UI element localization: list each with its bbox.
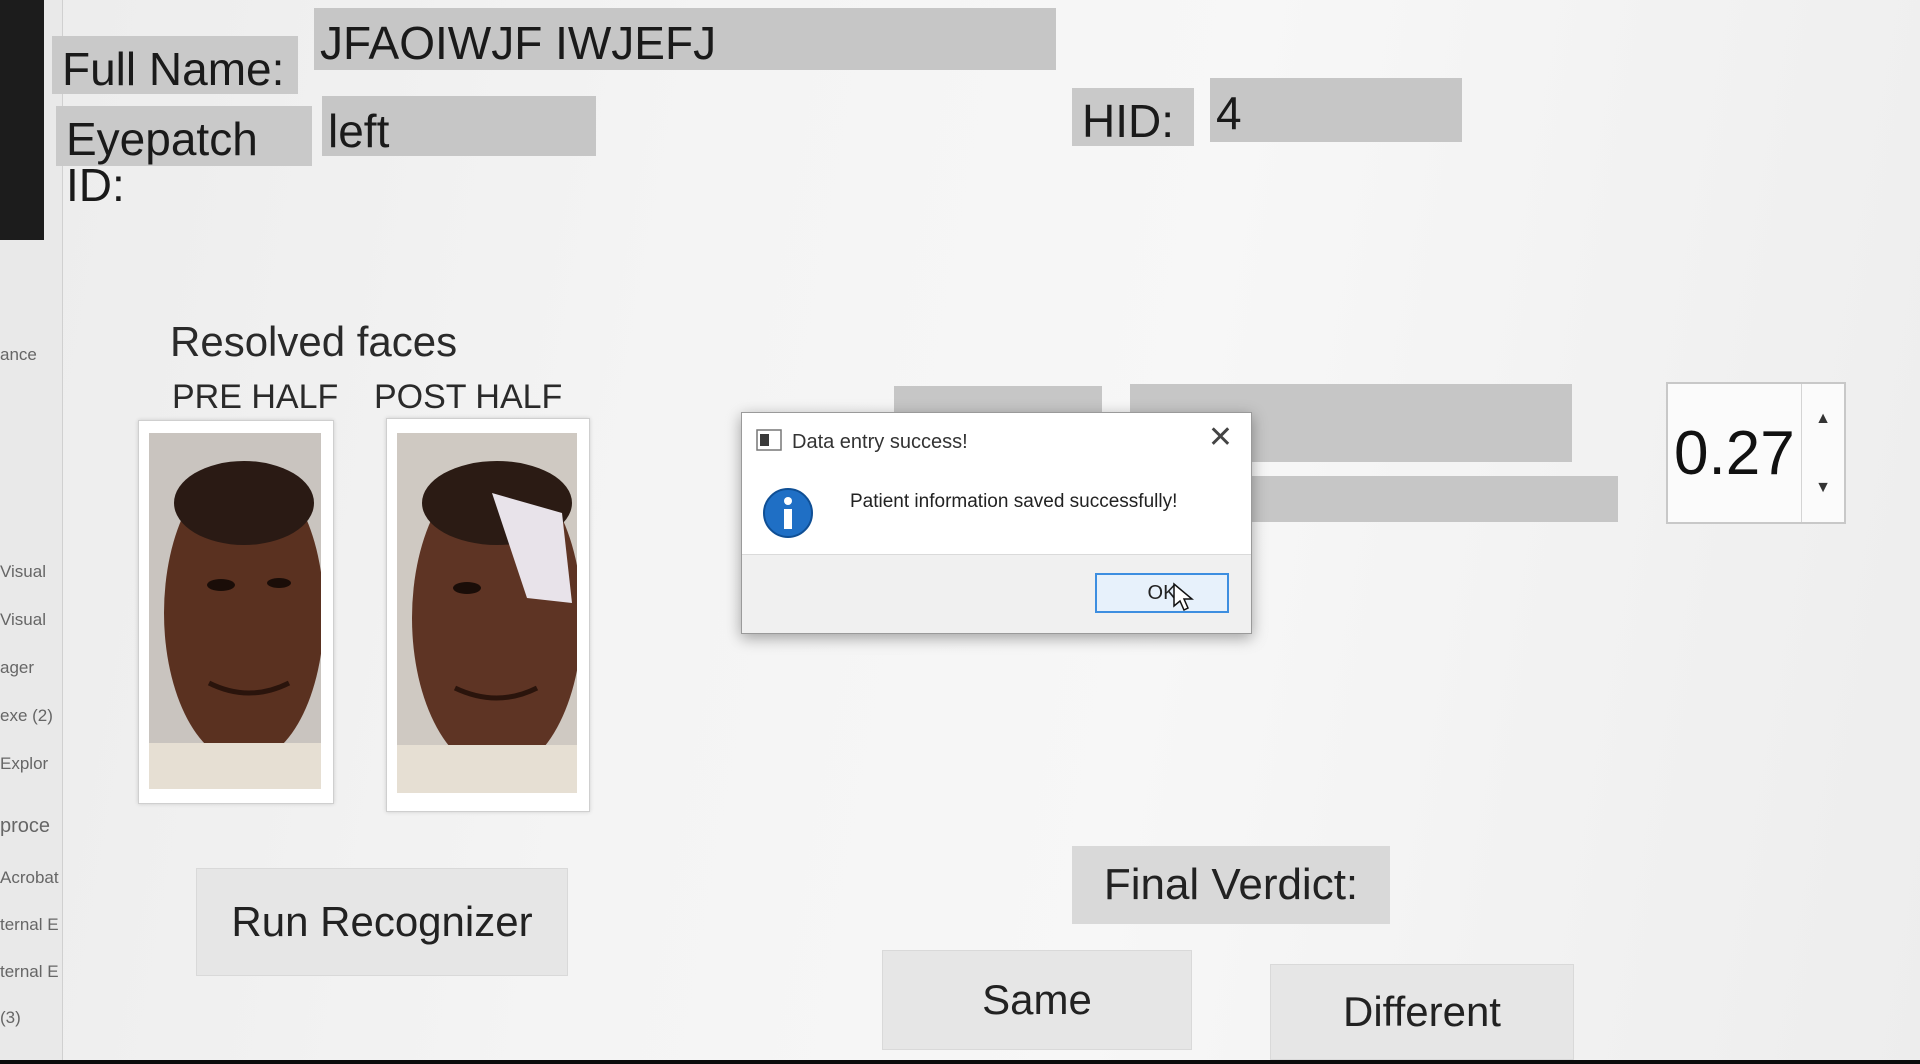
sidebar-item[interactable]: ternal E — [0, 962, 59, 982]
pre-half-face-image — [149, 433, 321, 789]
hid-field[interactable]: 4 — [1210, 78, 1462, 142]
background-dark-panel — [0, 0, 44, 240]
sidebar-item[interactable]: ager — [0, 658, 34, 678]
sidebar-item[interactable]: Visual — [0, 562, 46, 582]
chevron-up-icon[interactable]: ▲ — [1802, 384, 1844, 453]
sidebar-item[interactable]: proce — [0, 815, 50, 838]
sidebar-item[interactable]: ance — [0, 345, 37, 365]
threshold-spinbox[interactable]: 0.27 ▲ ▼ — [1666, 382, 1846, 524]
final-verdict-label: Final Verdict: — [1072, 846, 1390, 924]
run-recognizer-button[interactable]: Run Recognizer — [196, 868, 568, 976]
dialog-title: Data entry success! — [792, 431, 968, 453]
info-icon — [762, 487, 814, 539]
sidebar-item[interactable]: exe (2) — [0, 706, 53, 726]
dialog-message: Patient information saved successfully! — [850, 491, 1178, 512]
post-half-label: POST HALF — [374, 378, 563, 416]
pre-half-frame — [138, 420, 334, 804]
eyepatch-id-field[interactable]: left — [322, 96, 596, 156]
app-window: ance Visual Visual ager exe (2) Explor p… — [0, 0, 1920, 1060]
pre-half-label: PRE HALF — [172, 378, 339, 416]
post-half-face-image — [397, 433, 577, 793]
close-icon[interactable]: ✕ — [1208, 423, 1233, 453]
spinbox-arrows: ▲ ▼ — [1801, 384, 1844, 522]
score-field[interactable] — [1244, 476, 1618, 522]
sidebar-item[interactable]: Explor — [0, 754, 48, 774]
hid-label: HID: — [1072, 88, 1194, 146]
threshold-value: 0.27 — [1674, 419, 1795, 488]
sidebar-item[interactable]: Visual — [0, 610, 46, 630]
sidebar-item[interactable]: ternal E — [0, 915, 59, 935]
background-sidebar: ance Visual Visual ager exe (2) Explor p… — [0, 0, 63, 1060]
same-button[interactable]: Same — [882, 950, 1192, 1050]
full-name-label: Full Name: — [52, 36, 298, 94]
app-icon — [756, 429, 782, 451]
resolved-faces-heading: Resolved faces — [170, 318, 458, 365]
different-button[interactable]: Different — [1270, 964, 1574, 1060]
sidebar-item[interactable]: Acrobat — [0, 868, 59, 888]
post-half-frame — [386, 418, 590, 812]
eyepatch-id-label: Eyepatch ID: — [56, 106, 312, 208]
ok-button[interactable]: OK — [1095, 573, 1229, 613]
sidebar-item[interactable]: (3) — [0, 1008, 21, 1028]
chevron-down-icon[interactable]: ▼ — [1802, 453, 1844, 522]
full-name-field[interactable]: JFAOIWJF IWJEFJ — [314, 8, 1056, 70]
mouse-cursor-icon — [1172, 582, 1195, 612]
